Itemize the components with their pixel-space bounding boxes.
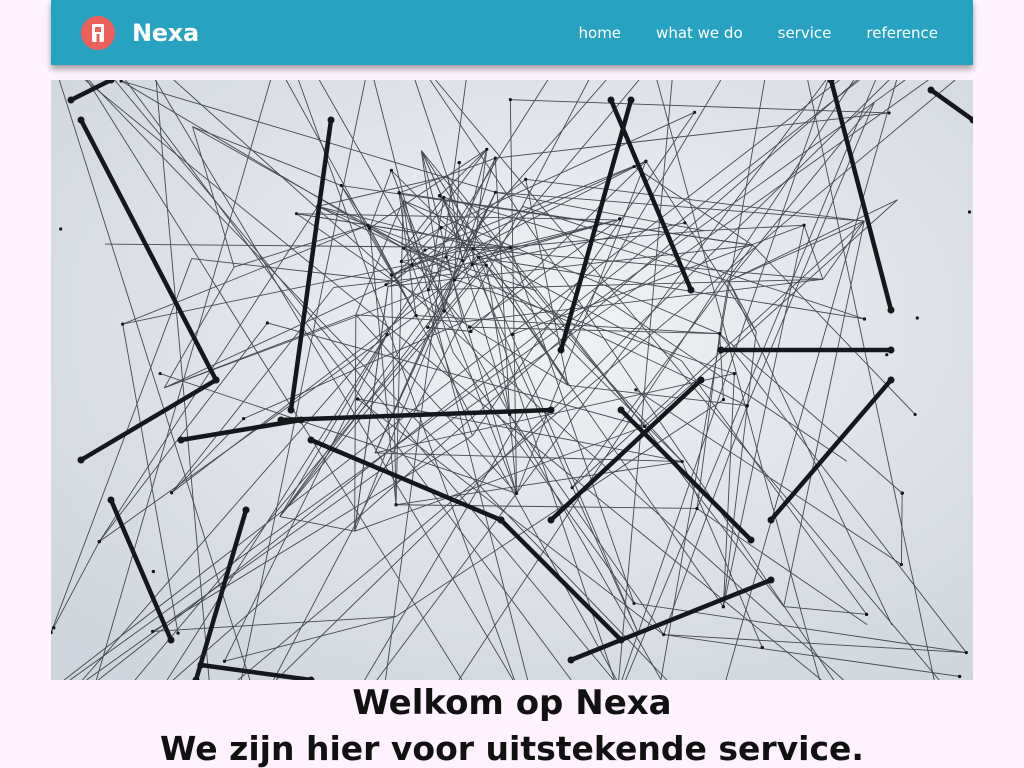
main-nav: home what we do service reference <box>579 24 938 42</box>
welcome-subtitle: We zijn hier voor uitstekende service. <box>160 729 864 768</box>
nav-home-link[interactable]: home <box>579 24 622 42</box>
hero-image <box>51 80 973 680</box>
page: Nexa home what we do service reference W… <box>0 0 1024 768</box>
top-navbar: Nexa home what we do service reference <box>51 0 973 65</box>
nexa-logo-icon <box>81 15 115 50</box>
nav-reference-link[interactable]: reference <box>866 24 938 42</box>
welcome-title: Welkom op Nexa <box>352 683 672 723</box>
brand[interactable]: Nexa <box>81 15 199 50</box>
nav-what-we-do-link[interactable]: what we do <box>656 24 743 42</box>
brand-name: Nexa <box>132 18 199 47</box>
nav-service-link[interactable]: service <box>778 24 832 42</box>
network-string-photo-icon <box>51 80 973 680</box>
